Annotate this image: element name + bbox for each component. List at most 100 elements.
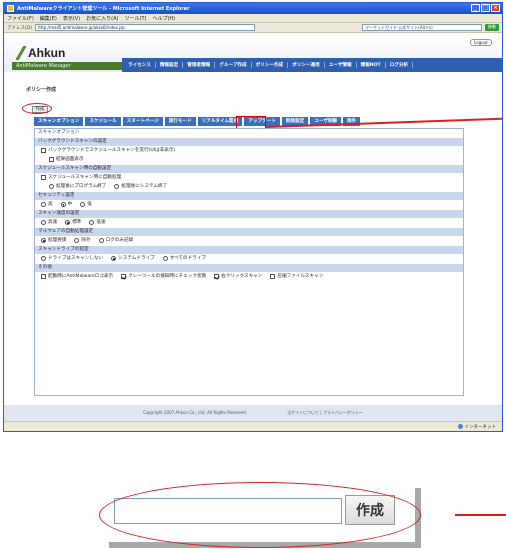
security-medium-radio[interactable] <box>60 202 66 207</box>
option-label: スケジュールスキャン時に自動処理 <box>48 175 122 180</box>
option-label: 処理後にシステム終了 <box>121 184 168 189</box>
option-row: ドライブはスキャンしない システムドライブ すべてのドライブ <box>35 254 463 263</box>
nav-license[interactable]: ライセンス <box>128 62 156 68</box>
nav-info-not[interactable]: 情報NOT <box>361 62 386 68</box>
right-click-scan-checkbox[interactable] <box>214 274 220 279</box>
nav-log-analysis[interactable]: ログ分析 <box>390 62 414 68</box>
tab-run-mode[interactable]: 実行モード <box>164 117 196 126</box>
content-area: ポリシー作成 作成 スキャンオプション スケジュール スタートページ 実行モード… <box>4 78 502 421</box>
logo: Ahkun AntiMalware Manager <box>12 40 127 70</box>
drive-system-radio[interactable] <box>111 256 117 261</box>
menu-tools[interactable]: ツール(T) <box>125 15 147 22</box>
web-page: Logout Ahkun AntiMalware Manager ライセンス 情… <box>4 34 502 421</box>
option-label: バックグラウンドでスケジュールスキャンを実行(UIは非表示) <box>48 148 176 153</box>
security-high-radio[interactable] <box>41 202 46 207</box>
nav-user-info[interactable]: ユーザ情報 <box>329 62 357 68</box>
scan-options-panel: スキャンオプション バックグラウンドスキャンの設定 バックグラウンドでスケジュー… <box>34 128 464 396</box>
logo-mark-icon <box>16 46 26 60</box>
go-button[interactable]: 移動 <box>485 24 499 31</box>
menu-file[interactable]: ファイル(F) <box>7 15 34 22</box>
malware-exclude-radio[interactable] <box>74 238 80 243</box>
option-label: すべてのドライブ <box>169 256 207 261</box>
address-bar: アドレス(D) http://mail5.antimalware.jp/aksx… <box>4 23 502 33</box>
option-label: 圧縮ファイルスキャン <box>277 274 324 279</box>
zoomed-create-area: 作成 <box>99 480 429 550</box>
menu-help[interactable]: ヘルプ(H) <box>152 15 175 22</box>
menu-view[interactable]: 表示(V) <box>63 15 80 22</box>
gray-tool-checkbox[interactable] <box>121 274 127 279</box>
malware-request-radio[interactable] <box>41 238 46 243</box>
logo-text: Ahkun <box>28 46 66 60</box>
drive-all-radio[interactable] <box>162 256 168 261</box>
nav-admin-info[interactable]: 管理者情報 <box>187 62 216 68</box>
auto-process-checkbox[interactable] <box>41 175 46 180</box>
window-controls: _ □ × <box>471 4 500 12</box>
option-row: バックグラウンドでスケジュールスキャンを実行(UIは非表示) <box>35 146 463 155</box>
browser-window: AntiMalwareクライアント管理ツール - Microsoft Inter… <box>3 2 503 432</box>
internet-zone-icon <box>457 424 463 429</box>
title-bar: AntiMalwareクライアント管理ツール - Microsoft Inter… <box>4 3 502 14</box>
address-label: アドレス(D) <box>7 25 32 31</box>
footer-links[interactable]: 当サイトについて | プライバシーポリシー <box>287 410 363 415</box>
option-label: 処理後にプログラム終了 <box>56 184 107 189</box>
speed-slow-radio[interactable] <box>89 220 95 225</box>
menu-bar: ファイル(F) 編集(E) 表示(V) お気に入り(A) ツール(T) ヘルプ(… <box>4 14 502 23</box>
option-row: 処理後にプログラム終了 処理後にシステム終了 <box>35 182 463 191</box>
logo-display-checkbox[interactable] <box>41 274 46 279</box>
option-row: 起動時にAntiMalwareロゴ表示 クレーツールの検知時にチェック状態 右ク… <box>35 272 463 281</box>
show-result-checkbox[interactable] <box>49 157 54 162</box>
zone-label: インターネット <box>464 424 497 430</box>
window-title: AntiMalwareクライアント管理ツール - Microsoft Inter… <box>17 6 190 12</box>
option-row: 高 中 低 <box>35 200 463 209</box>
close-button[interactable]: × <box>491 4 500 12</box>
page-title: ポリシー作成 <box>26 87 57 93</box>
section-header: スキャン速度の設定 <box>35 210 463 218</box>
option-label: クレーツールの検知時にチェック状態 <box>128 274 207 279</box>
nav-info-settings[interactable]: 情報設定 <box>160 62 184 68</box>
ie-app-icon <box>7 5 14 12</box>
section-header: スケジュールスキャン時の自動設定 <box>35 165 463 173</box>
security-low-radio[interactable] <box>80 202 86 207</box>
speed-normal-radio[interactable] <box>65 220 71 225</box>
option-row: 高速 標準 低速 <box>35 218 463 227</box>
option-row: スケジュールスキャン時に自動処理 <box>35 173 463 182</box>
option-label: ドライブはスキャンしない <box>48 256 104 261</box>
menu-edit[interactable]: 編集(E) <box>40 15 57 22</box>
speed-fast-radio[interactable] <box>41 220 46 225</box>
option-label: ログのみ記録 <box>105 238 134 243</box>
option-label: 低速 <box>96 220 106 225</box>
minimize-button[interactable]: _ <box>471 4 480 12</box>
nav-policy-apply[interactable]: ポリシー適用 <box>292 62 325 68</box>
option-label: 高速 <box>48 220 58 225</box>
nav-policy-create[interactable]: ポリシー作成 <box>256 62 289 68</box>
background-scan-checkbox[interactable] <box>41 148 46 153</box>
malware-log-only-radio[interactable] <box>98 238 104 243</box>
option-row: 結果画面表示 <box>35 155 463 164</box>
menu-favorites[interactable]: お気に入り(A) <box>86 15 118 22</box>
option-label: 高 <box>48 202 53 207</box>
section-header: バックグラウンドスキャンの設定 <box>35 138 463 146</box>
copyright-text: Copyright 2007 Ahkun Co., Ltd. All Right… <box>143 410 246 415</box>
exit-program-radio[interactable] <box>49 184 54 189</box>
site-header: Logout Ahkun AntiMalware Manager ライセンス 情… <box>4 34 502 72</box>
section-header: マルウェアの自動処理設定 <box>35 228 463 236</box>
archive-scan-checkbox[interactable] <box>270 274 276 279</box>
url-field[interactable]: http://mail5.antimalware.jp/aksx6/index.… <box>34 24 255 31</box>
main-nav: ライセンス 情報設定 管理者情報 グループ作成 ポリシー作成 ポリシー適用 ユー… <box>122 58 502 72</box>
tab-scan-options[interactable]: スキャンオプション <box>34 117 84 126</box>
logo-subtitle: AntiMalware Manager <box>12 62 127 70</box>
shutdown-system-radio[interactable] <box>114 184 120 189</box>
section-header: その他 <box>35 264 463 272</box>
section-header: セキュリティ設定 <box>35 192 463 200</box>
zoom-callout-ellipse <box>99 482 421 548</box>
option-label: 除外 <box>81 238 91 243</box>
page-footer: Copyright 2007 Ahkun Co., Ltd. All Right… <box>4 405 502 421</box>
drive-none-radio[interactable] <box>41 256 46 261</box>
tab-start-page[interactable]: スタートページ <box>122 117 163 126</box>
tab-schedule[interactable]: スケジュール <box>85 117 121 126</box>
maximize-button[interactable]: □ <box>481 4 490 12</box>
logout-button[interactable]: Logout <box>470 39 492 46</box>
option-label: 起動時にAntiMalwareロゴ表示 <box>48 274 114 279</box>
nav-group-create[interactable]: グループ作成 <box>219 62 252 68</box>
search-field[interactable]: マーケットガイド 公式サイト(Alt+n) <box>362 24 482 31</box>
